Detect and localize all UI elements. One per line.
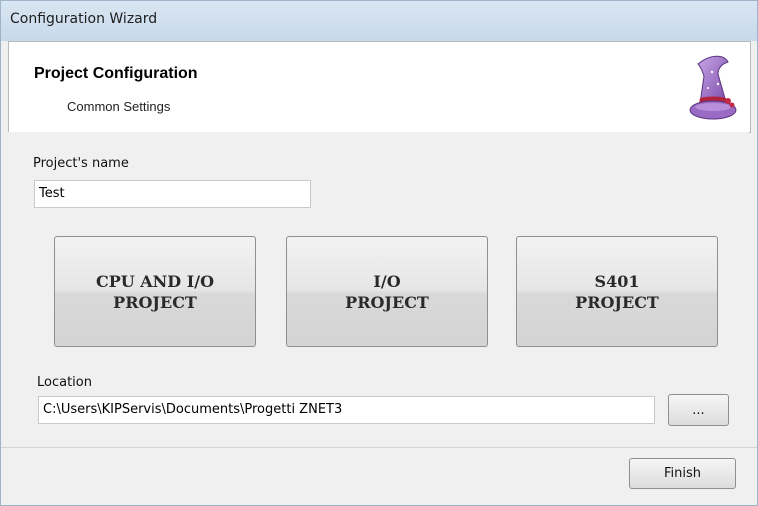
window-title: Configuration Wizard	[10, 11, 158, 27]
title-bar: Configuration Wizard	[1, 1, 757, 41]
wizard-body: Project's name Test CPU AND I/O PROJECT …	[8, 132, 749, 447]
page-subtitle: Common Settings	[67, 99, 171, 114]
wizard-header: Project Configuration Common Settings	[8, 41, 751, 133]
configuration-wizard-window: Configuration Wizard Project Configurati…	[0, 0, 758, 506]
io-project-button[interactable]: I/O PROJECT	[286, 236, 488, 347]
footer-divider	[1, 447, 757, 448]
project-name-label: Project's name	[33, 156, 129, 171]
browse-button[interactable]: ...	[668, 394, 729, 426]
io-project-label: I/O PROJECT	[345, 271, 429, 312]
cpu-and-io-project-button[interactable]: CPU AND I/O PROJECT	[54, 236, 256, 347]
location-label: Location	[37, 375, 92, 390]
cpu-and-io-project-label: CPU AND I/O PROJECT	[95, 271, 215, 312]
s401-project-button[interactable]: S401 PROJECT	[516, 236, 718, 347]
project-name-input[interactable]: Test	[34, 180, 311, 208]
wizard-hat-icon	[689, 55, 737, 120]
page-title: Project Configuration	[34, 65, 198, 82]
location-input[interactable]: C:\Users\KIPServis\Documents\Progetti ZN…	[38, 396, 655, 424]
finish-button[interactable]: Finish	[629, 458, 736, 489]
s401-project-label: S401 PROJECT	[575, 271, 659, 312]
